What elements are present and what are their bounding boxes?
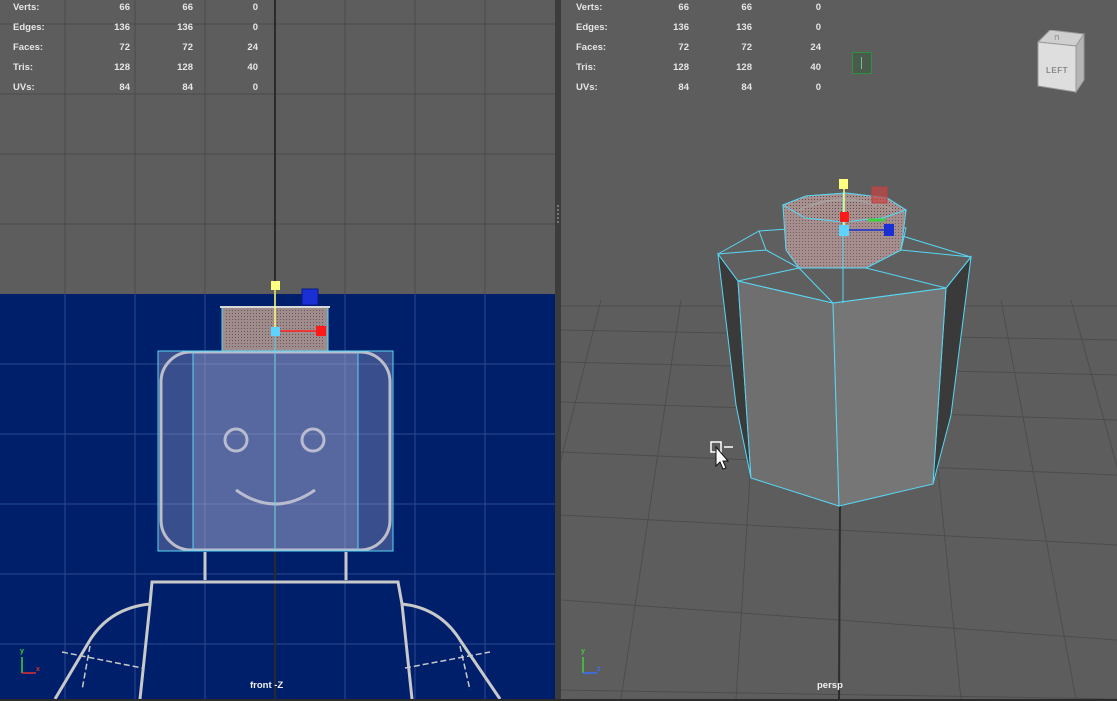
manip-y-handle[interactable] (839, 179, 848, 189)
camera-label-persp: persp (817, 680, 843, 691)
mouse-cursor (710, 441, 733, 470)
hud-row-uvs: UVs: 84 84 0 (576, 82, 821, 93)
persp-view-scene[interactable] (561, 0, 1117, 699)
hud-row-tris: Tris: 128 128 40 (13, 62, 258, 73)
hud-row-edges: Edges: 136 136 0 (13, 22, 258, 33)
manip-center-handle[interactable] (839, 225, 849, 236)
hud-row-edges: Edges: 136 136 0 (576, 22, 821, 33)
front-view-scene[interactable] (0, 0, 555, 699)
selected-mesh-persp[interactable] (717, 192, 972, 507)
hud-row-tris: Tris: 128 128 40 (576, 62, 821, 73)
hud-row-verts: Verts: 66 66 0 (576, 2, 821, 13)
hud-row-faces: Faces: 72 72 24 (13, 42, 258, 53)
viewcube-top-glyph: ⊓ (1054, 35, 1060, 42)
manip-z-handle[interactable] (301, 288, 319, 306)
viewport-front[interactable]: Verts: 66 66 0 Edges: 136 136 0 Faces: 7… (0, 0, 555, 699)
manip-z-handle[interactable] (884, 224, 894, 236)
manip-y-handle[interactable] (271, 281, 280, 290)
camera-label-front: front -Z (250, 680, 284, 691)
viewcube[interactable]: ⊓ LEFT (1034, 30, 1086, 94)
hud-row-uvs: UVs: 84 84 0 (13, 82, 258, 93)
viewport-persp[interactable]: Verts: 66 66 0 Edges: 136 136 0 Faces: 7… (561, 0, 1117, 699)
hud-row-verts: Verts: 66 66 0 (13, 2, 258, 13)
axis-indicator-persp: y z (581, 648, 601, 674)
axis-indicator-front: y x (20, 648, 40, 674)
selection-highlight-icon[interactable] (852, 52, 872, 74)
manip-xy-plane-handle[interactable] (871, 186, 888, 204)
hud-row-faces: Faces: 72 72 24 (576, 42, 821, 53)
manip-center-handle[interactable] (271, 327, 280, 336)
manip-x-handle[interactable] (316, 326, 326, 336)
manip-x-handle[interactable] (840, 212, 849, 222)
viewcube-face-label[interactable]: LEFT (1046, 66, 1068, 75)
